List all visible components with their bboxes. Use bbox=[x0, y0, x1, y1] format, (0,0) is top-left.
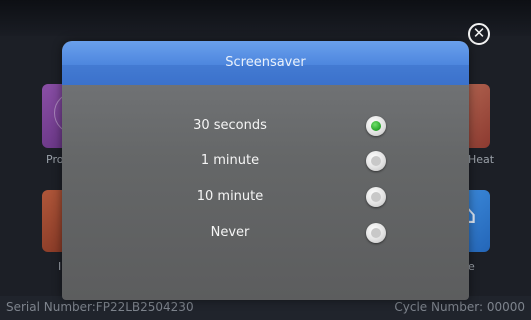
program-tile-label: Pro bbox=[46, 153, 64, 166]
option-label: 10 minute bbox=[196, 189, 264, 204]
radio-dot bbox=[371, 121, 381, 131]
top-band bbox=[0, 0, 531, 36]
dialog-title: Screensaver bbox=[225, 55, 306, 70]
radio-button[interactable] bbox=[366, 116, 386, 136]
close-button[interactable]: ✕ bbox=[468, 23, 490, 45]
option-label: 30 seconds bbox=[193, 118, 267, 133]
option-label: Never bbox=[210, 225, 250, 240]
radio-dot bbox=[371, 156, 381, 166]
cycle-number: Cycle Number: 00000 bbox=[394, 300, 525, 314]
radio-dot bbox=[371, 192, 381, 202]
option-never[interactable]: Never bbox=[62, 219, 469, 249]
option-30-seconds[interactable]: 30 seconds bbox=[62, 112, 469, 142]
option-10-minute[interactable]: 10 minute bbox=[62, 183, 469, 213]
radio-button[interactable] bbox=[366, 151, 386, 171]
radio-button[interactable] bbox=[366, 187, 386, 207]
heat-tile-label: Heat bbox=[468, 153, 495, 166]
dialog-header: Screensaver bbox=[62, 41, 469, 85]
option-label: 1 minute bbox=[200, 153, 260, 168]
radio-dot bbox=[371, 228, 381, 238]
option-1-minute[interactable]: 1 minute bbox=[62, 147, 469, 177]
serial-number: Serial Number:FP22LB2504230 bbox=[6, 300, 194, 314]
home-tile-label: e bbox=[468, 260, 475, 273]
lower-left-tile-label: I bbox=[58, 260, 62, 273]
radio-button[interactable] bbox=[366, 223, 386, 243]
screensaver-dialog: Screensaver 30 seconds 1 minute 10 minut… bbox=[62, 41, 469, 300]
close-icon: ✕ bbox=[472, 24, 486, 42]
